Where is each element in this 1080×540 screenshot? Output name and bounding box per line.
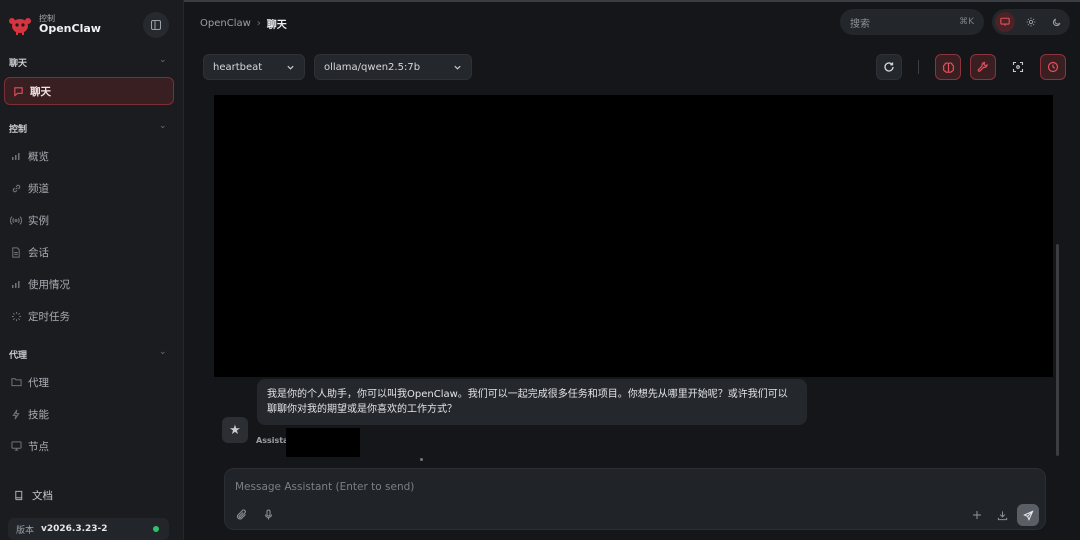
- sidebar-item-instances[interactable]: 实例: [8, 208, 166, 232]
- focus-icon: [1012, 61, 1024, 73]
- message-square-icon: [12, 85, 24, 97]
- version-value: v2026.3.23-2: [41, 524, 108, 534]
- theme-switcher: [992, 9, 1070, 35]
- search-placeholder: 搜索: [850, 18, 870, 30]
- docs-label: 文档: [32, 490, 53, 502]
- monitor-icon: [1000, 17, 1010, 26]
- sidebar-item-label: 技能: [28, 408, 49, 421]
- moon-icon: [1052, 18, 1061, 27]
- breadcrumb-root[interactable]: OpenClaw: [200, 18, 251, 29]
- bar-chart-icon: [10, 150, 22, 162]
- loader-icon: [10, 310, 22, 322]
- refresh-icon: [884, 62, 894, 72]
- redacted-content-area: [214, 95, 1053, 377]
- sidebar-item-sessions[interactable]: 会话: [8, 240, 166, 264]
- add-button[interactable]: [970, 508, 984, 522]
- chevron-down-icon: [287, 65, 294, 70]
- search-shortcut: ⌘K: [959, 17, 974, 27]
- collapse-sidebar-button[interactable]: [143, 12, 169, 38]
- search-input[interactable]: 搜索 ⌘K: [840, 9, 984, 35]
- theme-dark-button[interactable]: [1047, 12, 1067, 32]
- focus-mode-button[interactable]: [1005, 54, 1031, 80]
- sidebar-item-agents[interactable]: 代理: [8, 370, 166, 394]
- sidebar-item-usage[interactable]: 使用情况: [8, 272, 166, 296]
- thinking-toggle-button[interactable]: [935, 54, 961, 80]
- status-dot: [153, 526, 159, 532]
- model-select-value: ollama/qwen2.5:7b: [324, 61, 421, 73]
- section-title-chat[interactable]: 聊天: [9, 56, 27, 69]
- message-composer[interactable]: Message Assistant (Enter to send): [224, 468, 1046, 530]
- zap-icon: [10, 408, 22, 420]
- sidebar-item-label: 聊天: [30, 85, 51, 98]
- folder-icon: [10, 376, 22, 388]
- sidebar-item-docs[interactable]: 文档: [14, 488, 53, 503]
- sidebar-item-label: 会话: [28, 246, 49, 259]
- paperclip-icon: [236, 509, 246, 520]
- link-icon: [10, 182, 22, 194]
- sun-icon: [1026, 17, 1036, 27]
- sidebar-item-channels[interactable]: 频道: [8, 176, 166, 200]
- theme-light-button[interactable]: [1021, 12, 1041, 32]
- session-select[interactable]: heartbeat: [203, 54, 305, 80]
- sidebar: 控制 OpenClaw 聊天 ⌄ 聊天 控制 ⌄ 概览 频道 实例 会话 使用情…: [0, 0, 184, 540]
- sidebar-toggle-icon: [151, 20, 161, 30]
- bar-chart-icon: [10, 278, 22, 290]
- wrench-icon: [977, 61, 988, 72]
- sidebar-item-label: 频道: [28, 182, 49, 195]
- refresh-button[interactable]: [876, 54, 902, 80]
- sidebar-item-label: 节点: [28, 440, 49, 453]
- theme-system-button[interactable]: [995, 12, 1015, 32]
- typing-indicator: [420, 458, 423, 461]
- history-button[interactable]: [1040, 54, 1066, 80]
- sidebar-item-nodes[interactable]: 节点: [8, 434, 166, 458]
- sidebar-item-label: 概览: [28, 150, 49, 163]
- toolbar-divider: [918, 60, 919, 74]
- sidebar-item-label: 代理: [28, 376, 49, 389]
- sidebar-item-cron[interactable]: 定时任务: [8, 304, 166, 328]
- download-button[interactable]: [995, 508, 1009, 522]
- openclaw-logo-icon: [8, 12, 32, 36]
- assistant-avatar: ★: [222, 417, 248, 443]
- sidebar-item-label: 定时任务: [28, 310, 70, 323]
- breadcrumb-current: 聊天: [266, 20, 287, 31]
- book-icon: [14, 490, 24, 501]
- broadcast-icon: [10, 214, 22, 226]
- version-label: 版本: [16, 525, 35, 536]
- brand-title: OpenClaw: [39, 22, 101, 35]
- assistant-message-bubble: 我是你的个人助手，你可以叫我OpenClaw。我们可以一起完成很多任务和项目。你…: [257, 379, 807, 425]
- breadcrumb: OpenClaw › 聊天: [200, 16, 287, 31]
- clock-icon: [1047, 61, 1059, 73]
- sidebar-item-label: 使用情况: [28, 278, 70, 291]
- chevron-down-icon[interactable]: ⌄: [159, 121, 167, 131]
- session-select-value: heartbeat: [213, 61, 263, 73]
- brain-icon: [942, 61, 954, 73]
- tools-toggle-button[interactable]: [970, 54, 996, 80]
- voice-input-button[interactable]: [261, 508, 275, 522]
- message-input[interactable]: Message Assistant (Enter to send): [235, 481, 414, 493]
- sidebar-item-skills[interactable]: 技能: [8, 402, 166, 426]
- plus-icon: [973, 511, 981, 519]
- chevron-down-icon[interactable]: ⌄: [159, 55, 167, 65]
- model-select[interactable]: ollama/qwen2.5:7b: [314, 54, 472, 80]
- attach-button[interactable]: [235, 508, 249, 522]
- breadcrumb-separator: ›: [256, 18, 261, 29]
- microphone-icon: [264, 509, 272, 520]
- sidebar-item-chat[interactable]: 聊天: [4, 77, 174, 105]
- sidebar-item-overview[interactable]: 概览: [8, 144, 166, 168]
- version-badge: 版本 v2026.3.23-2: [8, 518, 169, 540]
- redacted-block: [286, 428, 360, 457]
- section-title-agents[interactable]: 代理: [9, 348, 27, 361]
- download-icon: [997, 510, 1007, 520]
- sidebar-item-label: 实例: [28, 214, 49, 227]
- send-button[interactable]: [1017, 504, 1039, 526]
- chevron-down-icon[interactable]: ⌄: [159, 347, 167, 357]
- chevron-down-icon: [454, 65, 461, 70]
- star-icon: ★: [229, 422, 241, 438]
- section-title-control[interactable]: 控制: [9, 122, 27, 135]
- send-icon: [1022, 509, 1034, 521]
- chat-scrollbar[interactable]: [1056, 244, 1059, 456]
- monitor-icon: [10, 440, 22, 452]
- file-text-icon: [10, 246, 22, 258]
